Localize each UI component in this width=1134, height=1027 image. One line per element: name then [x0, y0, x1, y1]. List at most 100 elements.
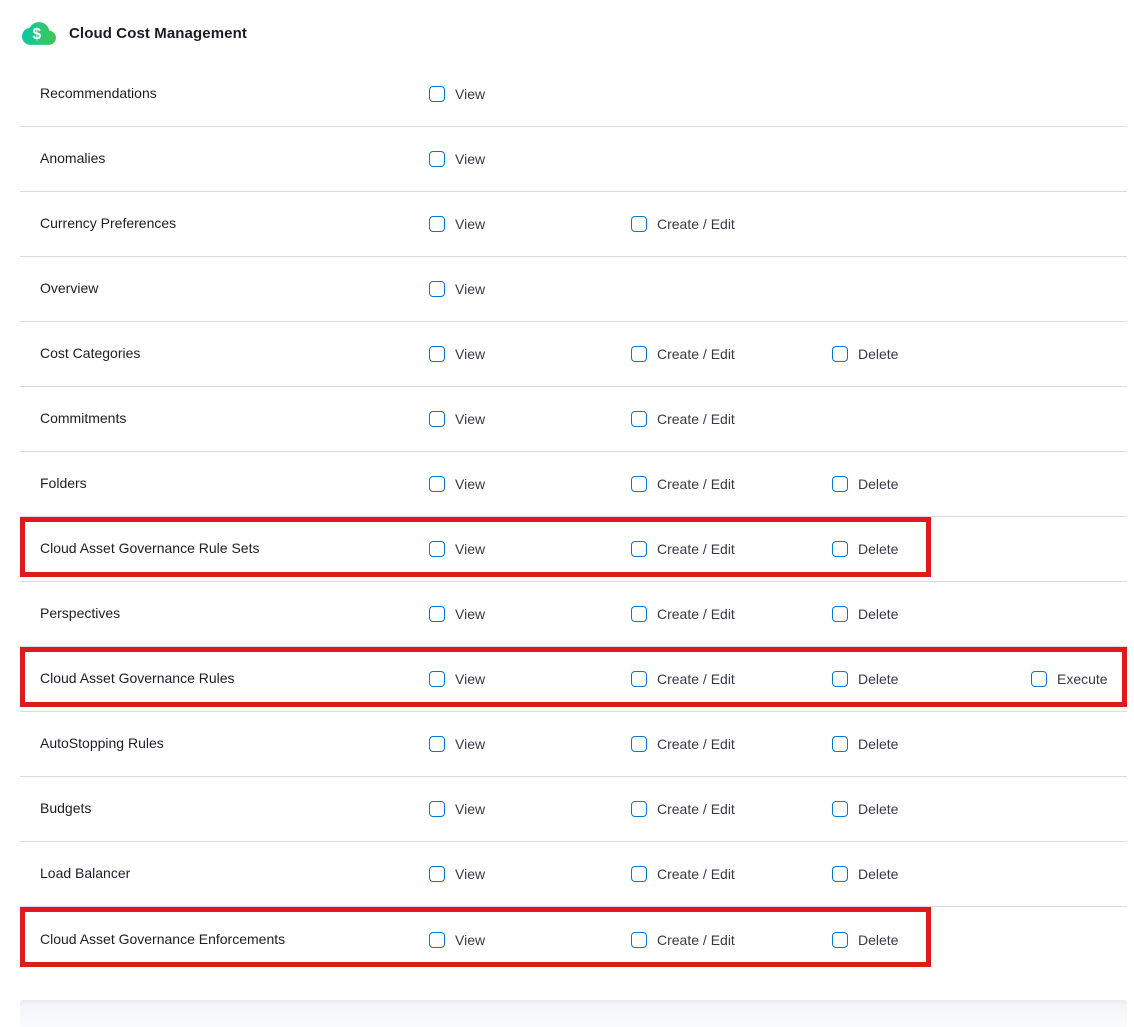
view-checkbox[interactable]	[429, 411, 445, 427]
resource-label: Cloud Asset Governance Rules	[40, 670, 235, 686]
permission-row: Budgets ViewCreate / EditDelete	[20, 777, 1127, 842]
permission-view[interactable]: View	[429, 866, 631, 882]
create_edit-checkbox[interactable]	[631, 606, 647, 622]
permission-create_edit[interactable]: Create / Edit	[631, 671, 832, 687]
delete-checkbox[interactable]	[832, 932, 848, 948]
view-checkbox[interactable]	[429, 346, 445, 362]
permission-create_edit[interactable]: Create / Edit	[631, 541, 832, 557]
view-checkbox[interactable]	[429, 866, 445, 882]
permission-row: AutoStopping Rules View Create / Edit Dele…	[20, 712, 1127, 777]
permission-label: Execute	[1057, 671, 1108, 687]
permission-view[interactable]: View	[429, 151, 631, 167]
permission-delete[interactable]: Delete	[832, 541, 1031, 557]
delete-checkbox[interactable]	[832, 346, 848, 362]
delete-checkbox[interactable]	[832, 606, 848, 622]
resource-label: AutoStopping Rules	[40, 735, 164, 751]
permission-create_edit[interactable]: Create / Edit	[631, 736, 832, 752]
permission-view[interactable]: View	[429, 281, 631, 297]
permission-row: Cost Categories View Create / Edit Delete	[20, 322, 1127, 387]
delete-checkbox[interactable]	[832, 801, 848, 817]
permission-row: Anomalies View	[20, 127, 1127, 192]
permission-delete[interactable]: Delete	[832, 736, 1031, 752]
permission-delete[interactable]: Delete	[832, 866, 1031, 882]
permission-create_edit[interactable]: Create / Edit	[631, 346, 832, 362]
resource-label-cell: Cost Categories	[20, 345, 429, 363]
permission-delete[interactable]: Delete	[832, 801, 1031, 817]
create_edit-checkbox[interactable]	[631, 541, 647, 557]
permission-view[interactable]: View	[429, 216, 631, 232]
permission-label: View	[455, 281, 485, 297]
delete-checkbox[interactable]	[832, 671, 848, 687]
create_edit-checkbox[interactable]	[631, 346, 647, 362]
permission-label: View	[455, 346, 485, 362]
permission-label: Create / Edit	[657, 476, 735, 492]
view-checkbox[interactable]	[429, 736, 445, 752]
permission-delete[interactable]: Delete	[832, 476, 1031, 492]
create_edit-checkbox[interactable]	[631, 801, 647, 817]
view-checkbox[interactable]	[429, 606, 445, 622]
permission-create_edit[interactable]: Create / Edit	[631, 606, 832, 622]
create_edit-checkbox[interactable]	[631, 476, 647, 492]
delete-checkbox[interactable]	[832, 476, 848, 492]
resource-label: Overview	[40, 280, 98, 296]
view-checkbox[interactable]	[429, 281, 445, 297]
view-checkbox[interactable]	[429, 216, 445, 232]
permission-create_edit[interactable]: Create / Edit	[631, 476, 832, 492]
view-checkbox[interactable]	[429, 541, 445, 557]
create_edit-checkbox[interactable]	[631, 866, 647, 882]
permission-view[interactable]: View	[429, 541, 631, 557]
permission-view[interactable]: View	[429, 411, 631, 427]
module-title: Cloud Cost Management	[69, 25, 247, 42]
execute-checkbox[interactable]	[1031, 671, 1047, 687]
permission-label: Delete	[858, 866, 898, 882]
permission-view[interactable]: View	[429, 606, 631, 622]
resource-label-cell: Cloud Asset Governance Rules	[20, 670, 429, 688]
permission-row: Folders ViewCreate / EditDelete	[20, 452, 1127, 517]
permission-label: Delete	[858, 801, 898, 817]
delete-checkbox[interactable]	[832, 866, 848, 882]
create_edit-checkbox[interactable]	[631, 932, 647, 948]
cloud-cost-management-permissions-panel: $ Cloud Cost Management Recommendations …	[0, 0, 1134, 1027]
permission-label: View	[455, 932, 485, 948]
permission-label: Delete	[858, 736, 898, 752]
permission-view[interactable]: View	[429, 736, 631, 752]
permission-delete[interactable]: Delete	[832, 346, 1031, 362]
permission-label: View	[455, 216, 485, 232]
permission-view[interactable]: View	[429, 932, 631, 948]
resource-label: Cost Categories	[40, 345, 140, 361]
view-checkbox[interactable]	[429, 801, 445, 817]
permission-create_edit[interactable]: Create / Edit	[631, 411, 832, 427]
permission-create_edit[interactable]: Create / Edit	[631, 866, 832, 882]
create_edit-checkbox[interactable]	[631, 736, 647, 752]
delete-checkbox[interactable]	[832, 736, 848, 752]
permission-view[interactable]: View	[429, 86, 631, 102]
permission-delete[interactable]: Delete	[832, 606, 1031, 622]
delete-checkbox[interactable]	[832, 541, 848, 557]
permission-label: View	[455, 541, 485, 557]
view-checkbox[interactable]	[429, 151, 445, 167]
permission-label: Create / Edit	[657, 932, 735, 948]
permission-delete[interactable]: Delete	[832, 671, 1031, 687]
resource-label-cell: AutoStopping Rules	[20, 735, 429, 753]
view-checkbox[interactable]	[429, 671, 445, 687]
permission-label: View	[455, 736, 485, 752]
permission-view[interactable]: View	[429, 801, 631, 817]
permission-delete[interactable]: Delete	[832, 932, 1031, 948]
resource-label-cell: Anomalies	[20, 150, 429, 168]
permission-create_edit[interactable]: Create / Edit	[631, 801, 832, 817]
permission-execute[interactable]: Execute	[1031, 671, 1127, 687]
permission-view[interactable]: View	[429, 476, 631, 492]
create_edit-checkbox[interactable]	[631, 216, 647, 232]
create_edit-checkbox[interactable]	[631, 411, 647, 427]
permission-label: Create / Edit	[657, 346, 735, 362]
permission-create_edit[interactable]: Create / Edit	[631, 216, 832, 232]
module-header: $ Cloud Cost Management	[0, 0, 1134, 54]
view-checkbox[interactable]	[429, 476, 445, 492]
permission-view[interactable]: View	[429, 671, 631, 687]
resource-label: Commitments	[40, 410, 126, 426]
create_edit-checkbox[interactable]	[631, 671, 647, 687]
permission-view[interactable]: View	[429, 346, 631, 362]
view-checkbox[interactable]	[429, 932, 445, 948]
permission-create_edit[interactable]: Create / Edit	[631, 932, 832, 948]
view-checkbox[interactable]	[429, 86, 445, 102]
